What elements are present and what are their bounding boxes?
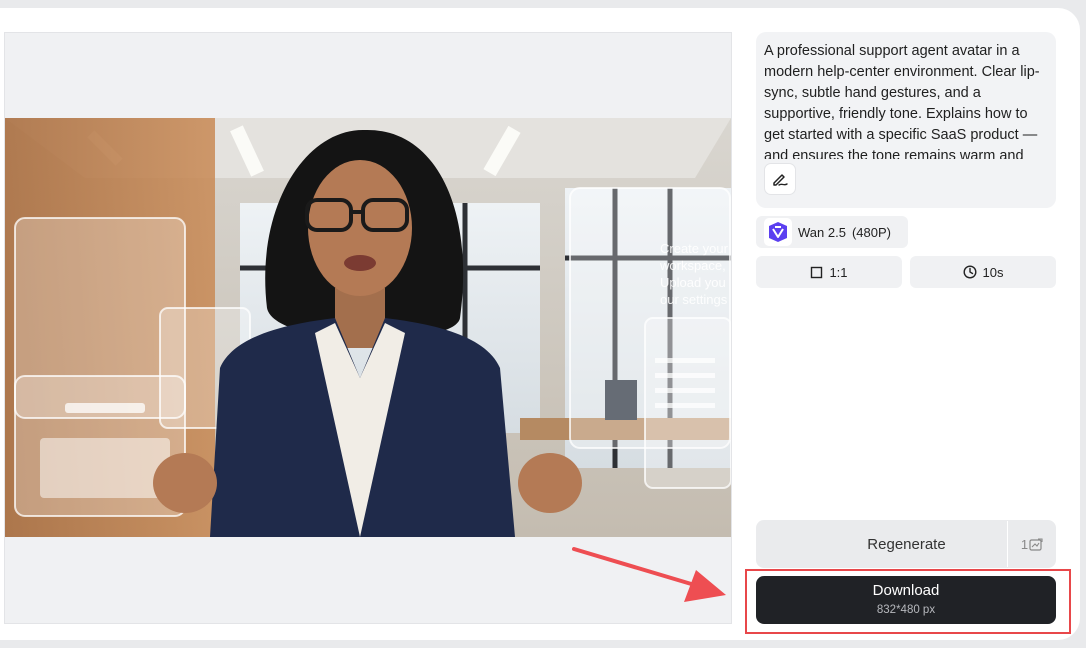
prompt-text[interactable]: A professional support agent avatar in a…	[764, 41, 1048, 159]
regenerate-label: Regenerate	[867, 535, 946, 553]
edit-prompt-button[interactable]	[764, 163, 796, 195]
download-size: 832*480 px	[876, 604, 936, 616]
model-selector[interactable]: Wan 2.5 (480P)	[756, 216, 908, 248]
generated-video-frame[interactable]: Create your workspace, Upload you our se…	[5, 118, 731, 537]
regenerate-count: 1	[1020, 536, 1029, 552]
video-still-image: Create your workspace, Upload you our se…	[5, 118, 731, 537]
svg-text:our settings: our settings	[660, 292, 728, 307]
edit-icon	[773, 174, 788, 186]
prompt-panel: A professional support agent avatar in a…	[756, 32, 1056, 208]
duration-option[interactable]: 10s	[910, 256, 1056, 288]
model-name: Wan 2.5	[798, 224, 846, 240]
svg-text:Create your: Create your	[660, 241, 729, 256]
download-label: Download	[872, 582, 940, 599]
square-icon	[811, 266, 823, 278]
wan-model-logo	[764, 218, 792, 246]
svg-text:workspace,: workspace,	[659, 258, 726, 273]
regenerate-button[interactable]: Regenerate 1	[756, 520, 1056, 568]
annotation-arrow	[572, 547, 726, 602]
aspect-ratio-option[interactable]: 1:1	[756, 256, 902, 288]
model-resolution: (480P)	[851, 224, 891, 240]
download-button[interactable]: Download 832*480 px	[756, 576, 1056, 624]
duration-value: 10s	[982, 264, 1004, 280]
svg-text:Upload you: Upload you	[660, 275, 726, 290]
credit-icon	[1029, 537, 1043, 551]
aspect-ratio-value: 1:1	[829, 264, 848, 280]
regenerate-cost: 1	[1008, 537, 1056, 552]
clock-icon	[963, 265, 977, 279]
